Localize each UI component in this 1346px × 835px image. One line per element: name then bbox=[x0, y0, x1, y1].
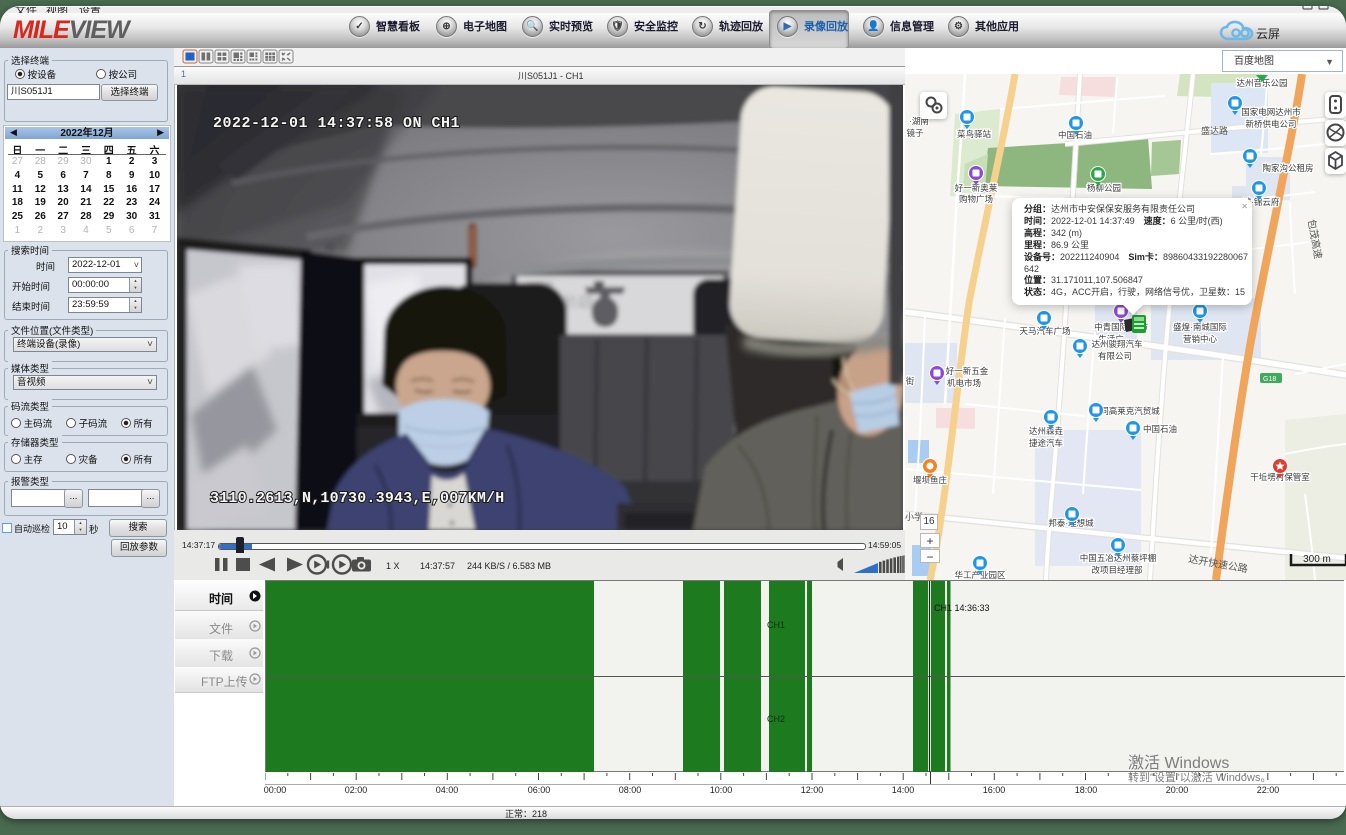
svg-text:有限公司: 有限公司 bbox=[1098, 351, 1132, 361]
svg-text:3110.2613,N,10730.3943,E,007KM: 3110.2613,N,10730.3943,E,007KM/H bbox=[210, 490, 504, 507]
svg-text:镜子: 镜子 bbox=[906, 128, 924, 138]
svg-text:国家电网达州市: 国家电网达州市 bbox=[1241, 107, 1301, 117]
svg-text:中国石油: 中国石油 bbox=[1143, 424, 1177, 434]
svg-text:244 KB/S / 6.583 MB: 244 KB/S / 6.583 MB bbox=[467, 561, 551, 571]
svg-text:营销中心: 营销中心 bbox=[1183, 334, 1218, 344]
svg-text:CH1 14:36:33: CH1 14:36:33 bbox=[934, 603, 990, 613]
svg-text:达州骏翔汽车: 达州骏翔汽车 bbox=[1091, 339, 1142, 349]
svg-text:同高莱克汽贸城: 同高莱克汽贸城 bbox=[1100, 406, 1160, 416]
svg-text:达州森垚: 达州森垚 bbox=[1029, 426, 1064, 436]
svg-text:CH1: CH1 bbox=[767, 620, 785, 630]
svg-text:陶家沟公租房: 陶家沟公租房 bbox=[1262, 163, 1313, 173]
svg-text:机电市场: 机电市场 bbox=[947, 378, 981, 388]
svg-text:1 X: 1 X bbox=[386, 561, 400, 571]
svg-text:14:37:57: 14:37:57 bbox=[420, 561, 455, 571]
svg-text:盛煌·南城国际: 盛煌·南城国际 bbox=[1173, 322, 1227, 332]
svg-text:菜鸟驿站: 菜鸟驿站 bbox=[957, 129, 992, 139]
svg-text:捷途汽车: 捷途汽车 bbox=[1029, 438, 1063, 448]
svg-text:盛达路: 盛达路 bbox=[1201, 125, 1228, 136]
svg-text:CH2: CH2 bbox=[767, 714, 785, 724]
svg-text:购物广场: 购物广场 bbox=[959, 194, 993, 204]
svg-text:G18: G18 bbox=[1263, 376, 1276, 383]
svg-text:杨柳公园: 杨柳公园 bbox=[1087, 183, 1121, 193]
svg-text:300 m: 300 m bbox=[1303, 554, 1331, 565]
svg-text:2022-12-01 14:37:58 ON CH1: 2022-12-01 14:37:58 ON CH1 bbox=[213, 115, 460, 132]
svg-text:街: 街 bbox=[906, 376, 915, 386]
svg-text:好一新五金: 好一新五金 bbox=[946, 366, 989, 376]
svg-text:新桥供电公司: 新桥供电公司 bbox=[1245, 119, 1296, 129]
svg-text:改项目经理部: 改项目经理部 bbox=[1091, 565, 1143, 575]
